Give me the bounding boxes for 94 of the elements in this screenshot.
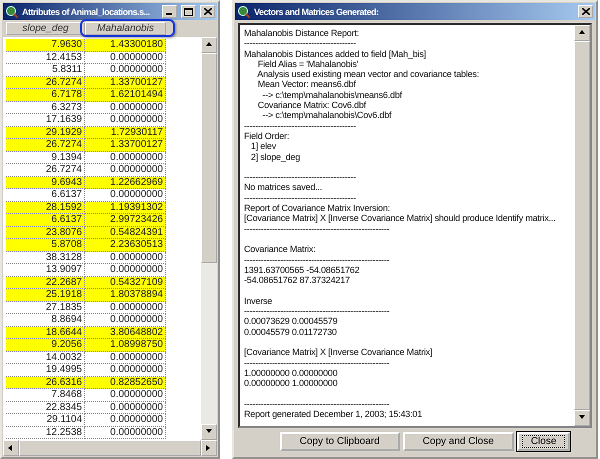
report-line: ---------------------------------------------------- [244, 358, 390, 368]
report-line: Mean Vector: means6.dbf [256, 79, 357, 90]
report-line: --> c:\temp\mahalanobis\Cov6.dbf [261, 110, 392, 121]
report-line: Report of Covariance Matrix Inversion: [244, 203, 391, 214]
report-line: ---------------------------------------------------- [244, 254, 390, 265]
table-row[interactable]: 9.2056 1.08998750 [6, 339, 166, 352]
arrow-left-icon [7, 444, 15, 452]
window-title: Attributes of Animal_locations.s... [22, 6, 151, 16]
report-line: 0.00045579 0.01172730 [244, 326, 338, 337]
report-line: 2] slope_deg [250, 152, 302, 162]
table-row[interactable]: 22.2687 0.54327109 [6, 276, 166, 289]
table-row[interactable]: 29.1104 0.00000000 [6, 414, 166, 426]
scroll-left-button[interactable] [3, 440, 19, 456]
report-line: Mahalanobis Distance Report: [244, 28, 360, 38]
table-row[interactable]: 8.8694 0.00000000 [6, 314, 166, 326]
table-row[interactable]: 6.7178 1.62101494 [6, 89, 166, 102]
report-line: [Covariance Matrix] X [Inverse Covariance Matrix] [244, 347, 434, 358]
table-row[interactable]: 14.0032 0.00000000 [6, 352, 166, 364]
table-row[interactable]: 6.3273 0.00000000 [6, 102, 166, 114]
maximize-button[interactable] [181, 5, 196, 18]
close-icon [204, 8, 212, 15]
close-icon [582, 8, 590, 15]
report-line: 0.00073629 0.00045579 [244, 316, 338, 327]
table-row[interactable]: 9.6943 1.22662969 [6, 176, 166, 189]
table-row[interactable]: 13.9097 0.00000000 [6, 264, 166, 276]
table-row[interactable]: 6.6137 2.99723426 [6, 214, 166, 226]
table-row[interactable]: 26.7274 1.33700127 [6, 76, 166, 89]
column-header[interactable]: Mahalanobis [85, 22, 166, 35]
maximize-icon [184, 8, 193, 16]
report-line: ---------------------------------------- [244, 172, 357, 182]
scroll-down-button[interactable] [574, 410, 590, 426]
dialog-button[interactable]: Copy and Close [402, 432, 514, 451]
globe-magnifier-icon [5, 5, 18, 18]
report-line: ---------------------------------------------------- [244, 306, 390, 316]
dialog-button[interactable]: Close [516, 432, 570, 451]
table-row[interactable]: 6.6137 0.00000000 [6, 189, 166, 202]
report-line: ---------------------------------------------------- [244, 224, 390, 234]
report-line: ---------------------------------------- [244, 38, 357, 49]
report-line: 0.00000000 1.00000000 [244, 378, 338, 388]
report-line: ---------------------------------------- [244, 192, 357, 204]
dialog-button[interactable]: Copy to Clipboard [280, 432, 400, 451]
close-button[interactable] [578, 5, 593, 18]
report-line: Mahalanobis Distances added to field [Mah_bis] [244, 48, 427, 59]
report-line: [Covariance Matrix] X [Inverse Covariance Matrix] should produce Identify matrix... [244, 213, 557, 224]
scroll-down-button[interactable] [201, 424, 217, 440]
table-row[interactable]: 7.9630 1.43300180 [6, 39, 166, 52]
report-line: Covariance Matrix: Cov6.dbf [256, 100, 368, 110]
report-line: Analysis used existing mean vector and covariance tables: [256, 69, 480, 80]
table-row[interactable]: 26.6316 0.82852650 [6, 376, 166, 389]
table-row[interactable]: 12.2538 0.00000000 [6, 426, 166, 439]
scroll-up-button[interactable] [201, 37, 217, 53]
table-cell: 0.00000000 [85, 426, 166, 439]
table-row[interactable]: 5.8311 0.00000000 [6, 64, 166, 76]
arrow-up-icon [205, 41, 213, 49]
table-row[interactable]: 28.1592 1.19391302 [6, 202, 166, 214]
arrow-up-icon [578, 29, 586, 37]
report-line: Covariance Matrix: [244, 244, 316, 255]
scrollbar-thumb[interactable] [201, 53, 217, 263]
report-line: 1391.63700565 -54.08651762 [244, 264, 360, 276]
report-line: Report generated December 1, 2003; 15:43:01 [244, 408, 424, 420]
report-line: ---------------------------------------------------- [244, 398, 390, 409]
table-row[interactable]: 22.8345 0.00000000 [6, 402, 166, 414]
table-row[interactable]: 26.7274 1.33700127 [6, 139, 166, 152]
report-line: --> c:\temp\mahalanobis\means6.dbf [261, 90, 404, 100]
table-row[interactable]: 17.1639 0.00000000 [6, 114, 166, 126]
report-line: ---------------------------------------- [244, 120, 357, 131]
close-button[interactable] [200, 5, 215, 18]
report-line: 1] elev [250, 141, 278, 152]
table-row[interactable]: 38.3128 0.00000000 [6, 252, 166, 264]
minimize-button[interactable] [162, 5, 177, 18]
report-line: -54.08651762 87.37324217 [244, 275, 351, 286]
table-row[interactable]: 23.8076 0.54824391 [6, 226, 166, 239]
report-line: Inverse [244, 296, 274, 306]
table-row[interactable]: 7.8468 0.00000000 [6, 389, 166, 402]
report-line: No matrices saved... [244, 182, 324, 193]
report-line: Field Order: [244, 130, 290, 142]
scroll-up-button[interactable] [574, 25, 590, 41]
table-cell: 12.2538 [6, 426, 85, 439]
globe-magnifier-icon [237, 5, 250, 18]
table-row[interactable]: 27.1835 0.00000000 [6, 302, 166, 314]
vertical-scrollbar[interactable] [201, 37, 217, 440]
table-row[interactable]: 29.1929 1.72930117 [6, 126, 166, 139]
table-row[interactable]: 12.4153 0.00000000 [6, 52, 166, 64]
table-row[interactable]: 5.8708 2.23630513 [6, 239, 166, 252]
table-row[interactable]: 18.6644 3.80648802 [6, 326, 166, 339]
table-row[interactable]: 26.7274 0.00000000 [6, 164, 166, 176]
report-line: Field Alias = 'Mahalanobis' [256, 58, 360, 70]
scroll-right-button[interactable] [201, 440, 217, 456]
table-row[interactable]: 19.4995 0.00000000 [6, 364, 166, 376]
report-line: 1.00000000 0.00000000 [244, 368, 338, 378]
table-row[interactable]: 9.1394 0.00000000 [6, 152, 166, 164]
table-row[interactable]: 25.1918 1.80378894 [6, 289, 166, 302]
window-title: Vectors and Matrices Generated: [254, 6, 380, 16]
column-header[interactable]: slope_deg [6, 22, 85, 35]
